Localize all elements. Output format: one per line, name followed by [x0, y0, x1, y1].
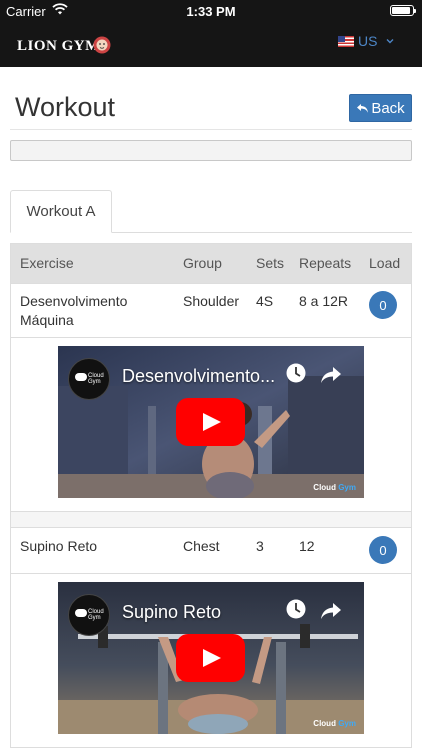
table-header: Exercise Group Sets Repeats Load [11, 244, 411, 283]
load-badge[interactable]: 0 [369, 536, 397, 564]
us-flag-icon [338, 35, 354, 47]
page-title-bar: Workout Back [10, 90, 412, 130]
back-arrow-icon [357, 103, 369, 113]
language-selector[interactable]: US [338, 33, 395, 49]
exercise-repeats: 12 [299, 538, 315, 554]
col-header-load: Load [369, 255, 401, 271]
exercise-sets: 3 [256, 538, 264, 554]
exercise-table: Exercise Group Sets Repeats Load Desenvo… [10, 243, 412, 748]
exercise-group: Chest [183, 538, 220, 554]
tab-workout-a[interactable]: Workout A [10, 190, 112, 233]
language-label: US [358, 33, 378, 49]
play-button[interactable] [176, 398, 245, 446]
col-header-repeats: Repeats [299, 255, 352, 271]
col-header-sets: Sets [256, 255, 285, 271]
load-badge[interactable]: 0 [369, 291, 397, 319]
video-row: Cloud Gym Supino Reto Cloud Gym [11, 573, 411, 747]
video-watermark: Cloud Gym [313, 483, 356, 492]
share-icon[interactable] [320, 600, 342, 620]
exercise-video[interactable]: Cloud Gym Desenvolvimento... Cloud Gym [58, 346, 364, 498]
col-header-group: Group [183, 255, 222, 271]
app-header: Carrier 1:33 PM LION GYM US [0, 0, 422, 67]
table-row[interactable]: Supino Reto Chest 3 12 0 [11, 527, 411, 573]
watch-later-icon[interactable] [285, 362, 307, 384]
clock: 1:33 PM [186, 4, 236, 19]
exercise-repeats: 8 a 12R [299, 293, 349, 309]
lion-mascot-icon [93, 36, 111, 54]
row-divider [11, 511, 411, 527]
back-button-label: Back [371, 99, 405, 117]
col-header-exercise: Exercise [20, 255, 74, 271]
workout-tabs: Workout A [10, 190, 412, 233]
back-button[interactable]: Back [349, 94, 412, 122]
video-row: Cloud Gym Desenvolvimento... Cloud Gym [11, 337, 411, 511]
exercise-group: Shoulder [183, 293, 240, 309]
video-watermark: Cloud Gym [313, 719, 356, 728]
status-bar: Carrier 1:33 PM [0, 0, 422, 22]
exercise-name-line2: Máquina [20, 312, 74, 328]
channel-avatar[interactable]: Cloud Gym [68, 594, 110, 636]
exercise-sets: 4S [256, 293, 274, 309]
battery-icon [390, 5, 416, 16]
chevron-down-icon [386, 39, 394, 44]
video-title[interactable]: Desenvolvimento... [122, 366, 275, 387]
exercise-name: Desenvolvimento [20, 293, 128, 309]
exercise-name: Supino Reto [20, 538, 98, 554]
workout-progress-bar [10, 140, 412, 161]
table-row[interactable]: Desenvolvimento Máquina Shoulder 4S 8 a … [11, 283, 411, 337]
video-title[interactable]: Supino Reto [122, 602, 221, 623]
page-title: Workout [15, 92, 116, 122]
app-logo[interactable]: LION GYM [17, 38, 100, 55]
share-icon[interactable] [320, 364, 342, 384]
play-button[interactable] [176, 634, 245, 682]
watch-later-icon[interactable] [285, 598, 307, 620]
exercise-video[interactable]: Cloud Gym Supino Reto Cloud Gym [58, 582, 364, 734]
channel-avatar[interactable]: Cloud Gym [68, 358, 110, 400]
